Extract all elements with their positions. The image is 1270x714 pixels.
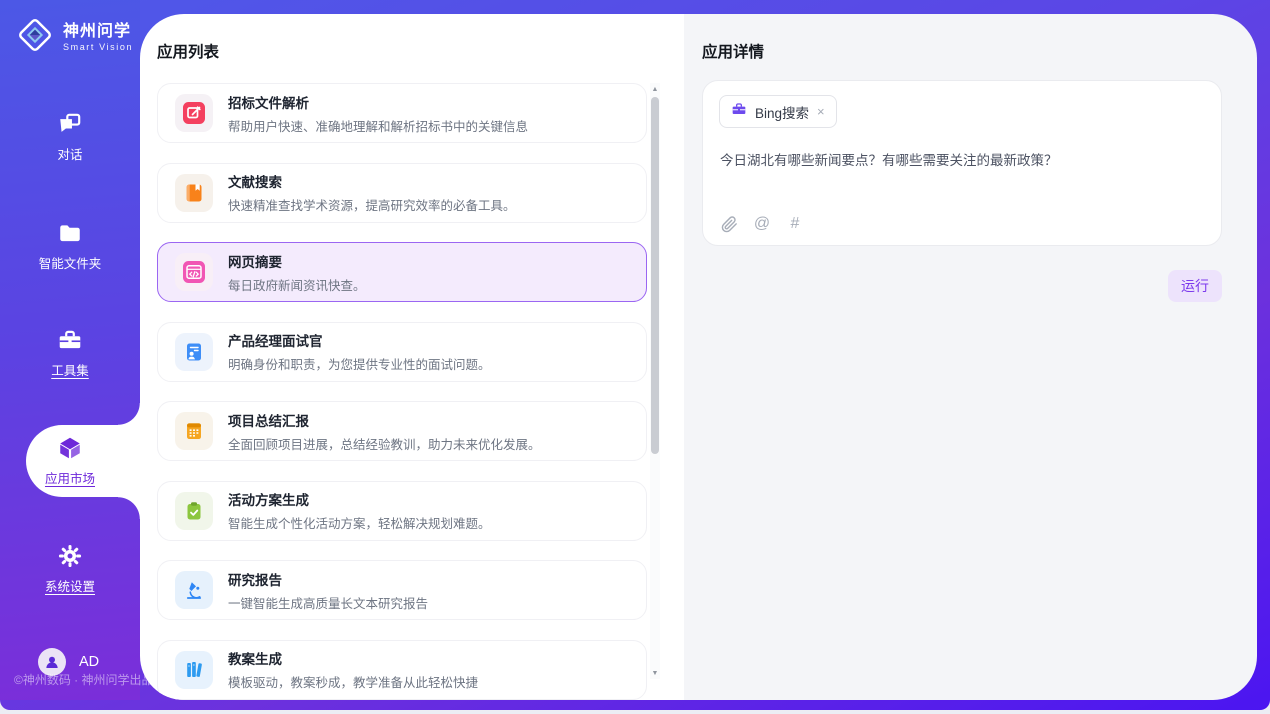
app-card[interactable]: 网页摘要 每日政府新闻资讯快查。: [157, 242, 647, 302]
app-list-title: 应用列表: [157, 40, 219, 62]
app-card-title: 网页摘要: [228, 251, 366, 271]
app-card-desc: 帮助用户快速、准确地理解和解析招标书中的关键信息: [228, 116, 528, 135]
app-card-desc: 明确身份和职责，为您提供专业性的面试问题。: [228, 354, 491, 373]
clipboard-check-icon: [175, 492, 213, 530]
brand-name: 神州问学: [63, 23, 133, 41]
prompt-card: Bing搜索 × 今日湖北有哪些新闻要点？有哪些需要关注的最新政策？ @ #: [702, 80, 1222, 246]
app-card-title: 研究报告: [228, 569, 428, 589]
doc-edit-icon: [175, 94, 213, 132]
brand-subtitle: Smart Vision: [63, 42, 133, 52]
app-card[interactable]: 活动方案生成 智能生成个性化活动方案，轻松解决规划难题。: [157, 481, 647, 541]
sidebar: 神州问学 Smart Vision 对话 智能文件夹 工具集 应用市场 系统设置: [0, 0, 140, 700]
app-card-desc: 每日政府新闻资讯快查。: [228, 275, 366, 294]
app-list: 招标文件解析 帮助用户快速、准确地理解和解析招标书中的关键信息 文献搜索 快速精…: [157, 83, 647, 700]
doc-person-icon: [175, 333, 213, 371]
folder-icon: [57, 220, 83, 246]
sidebar-item-label: 应用市场: [45, 468, 95, 487]
app-card-desc: 全面回顾项目进展，总结经验教训，助力未来优化发展。: [228, 434, 541, 453]
app-detail-panel: 应用详情 Bing搜索 × 今日湖北有哪些新闻要点？有哪些需要关注的最新政策？ …: [684, 14, 1257, 700]
notepad-icon: [175, 412, 213, 450]
sidebar-item-app-market[interactable]: 应用市场: [0, 425, 140, 497]
sidebar-item-toolkit[interactable]: 工具集: [0, 317, 140, 389]
app-card[interactable]: 项目总结汇报 全面回顾项目进展，总结经验教训，助力未来优化发展。: [157, 401, 647, 461]
attachment-icon[interactable]: [720, 214, 738, 234]
microscope-icon: [175, 571, 213, 609]
app-card-desc: 一键智能生成高质量长文本研究报告: [228, 593, 428, 612]
app-card-desc: 智能生成个性化活动方案，轻松解决规划难题。: [228, 513, 491, 532]
sidebar-item-label: 工具集: [51, 360, 89, 379]
app-card[interactable]: 文献搜索 快速精准查找学术资源，提高研究效率的必备工具。: [157, 163, 647, 223]
tool-chip-bing-search[interactable]: Bing搜索 ×: [719, 95, 837, 128]
run-button[interactable]: 运行: [1168, 270, 1222, 302]
app-card[interactable]: 教案生成 模板驱动，教案秒成，教学准备从此轻松快捷: [157, 640, 647, 700]
app-card-title: 项目总结汇报: [228, 410, 541, 430]
app-card-title: 招标文件解析: [228, 92, 528, 112]
app-card-desc: 模板驱动，教案秒成，教学准备从此轻松快捷: [228, 672, 478, 691]
sidebar-item-label: 对话: [57, 144, 82, 163]
sidebar-item-chat[interactable]: 对话: [0, 101, 140, 173]
chat-icon: [57, 111, 83, 137]
mention-icon[interactable]: @: [753, 214, 771, 234]
tool-chip-label: Bing搜索: [755, 102, 809, 122]
diamond-logo-icon: [16, 16, 54, 59]
hash-icon[interactable]: #: [786, 214, 804, 234]
brand-logo: 神州问学 Smart Vision: [16, 16, 133, 59]
sidebar-item-label: 系统设置: [45, 576, 95, 595]
app-detail-title: 应用详情: [702, 40, 764, 62]
query-input[interactable]: 今日湖北有哪些新闻要点？有哪些需要关注的最新政策？: [720, 149, 1205, 169]
sidebar-item-settings[interactable]: 系统设置: [0, 533, 140, 605]
scroll-down-icon[interactable]: ▼: [650, 667, 660, 679]
app-list-panel: 应用列表 招标文件解析 帮助用户快速、准确地理解和解析招标书中的关键信息 文献搜…: [140, 14, 684, 700]
app-card[interactable]: 研究报告 一键智能生成高质量长文本研究报告: [157, 560, 647, 620]
web-code-icon: [175, 253, 213, 291]
app-card-title: 教案生成: [228, 648, 478, 668]
scrollbar-thumb[interactable]: [651, 97, 659, 454]
app-card[interactable]: 产品经理面试官 明确身份和职责，为您提供专业性的面试问题。: [157, 322, 647, 382]
app-card-desc: 快速精准查找学术资源，提高研究效率的必备工具。: [228, 195, 516, 214]
app-window: 神州问学 Smart Vision 对话 智能文件夹 工具集 应用市场 系统设置: [0, 0, 1270, 710]
books-icon: [175, 651, 213, 689]
user-name: AD: [79, 654, 99, 670]
toolbox-icon: [57, 327, 83, 353]
cube-icon: [57, 435, 83, 461]
book-icon: [175, 174, 213, 212]
gear-icon: [57, 543, 83, 569]
copyright-footer: ©神州数码 · 神州问学出品: [14, 671, 154, 688]
app-card-title: 文献搜索: [228, 171, 516, 191]
app-card-title: 活动方案生成: [228, 489, 491, 509]
input-toolbar: @ #: [720, 214, 804, 234]
scroll-up-icon[interactable]: ▲: [650, 83, 660, 95]
app-card-title: 产品经理面试官: [228, 330, 491, 350]
list-scrollbar[interactable]: ▲ ▼: [650, 83, 660, 679]
sidebar-item-label: 智能文件夹: [39, 253, 102, 272]
content-area: 应用列表 招标文件解析 帮助用户快速、准确地理解和解析招标书中的关键信息 文献搜…: [140, 14, 1257, 700]
app-card[interactable]: 招标文件解析 帮助用户快速、准确地理解和解析招标书中的关键信息: [157, 83, 647, 143]
sidebar-item-smart-folder[interactable]: 智能文件夹: [0, 210, 140, 282]
briefcase-icon: [731, 101, 747, 122]
chip-remove-icon[interactable]: ×: [817, 105, 825, 118]
